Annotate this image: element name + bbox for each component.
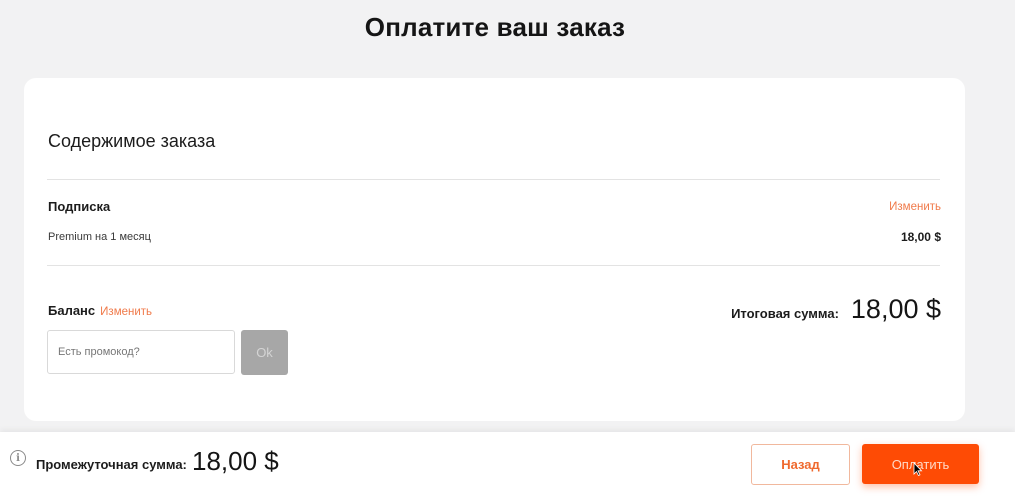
order-card: Содержимое заказа Подписка Изменить Prem…: [24, 78, 965, 421]
total-row: Итоговая сумма: 18,00 $: [731, 294, 941, 325]
info-icon[interactable]: i: [10, 450, 26, 466]
item-price: 18,00 $: [900, 230, 941, 244]
total-value: 18,00 $: [850, 294, 941, 324]
balance-label: Баланс: [48, 303, 96, 318]
item-name: Premium на 1 месяц: [48, 231, 151, 243]
back-button[interactable]: Назад: [751, 444, 850, 485]
divider: [47, 179, 940, 180]
subscription-label: Подписка: [48, 199, 111, 214]
page-title: Оплатите ваш заказ: [364, 12, 626, 42]
total-label: Итоговая сумма:: [731, 306, 839, 321]
subtotal-label: Промежуточная сумма:: [36, 457, 187, 472]
balance-row: Баланс Изменить: [48, 303, 152, 318]
promo-code-input[interactable]: [47, 330, 235, 374]
mouse-cursor-icon: [913, 462, 923, 476]
divider: [47, 265, 940, 266]
footer-bar: i Промежуточная сумма: 18,00 $ Назад Опл…: [0, 432, 1015, 501]
change-subscription-link[interactable]: Изменить: [889, 201, 941, 213]
subtotal-value: 18,00 $: [192, 446, 279, 476]
apply-promo-button[interactable]: Ok: [241, 330, 288, 375]
change-balance-link[interactable]: Изменить: [100, 306, 152, 318]
order-contents-title: Содержимое заказа: [48, 131, 216, 151]
